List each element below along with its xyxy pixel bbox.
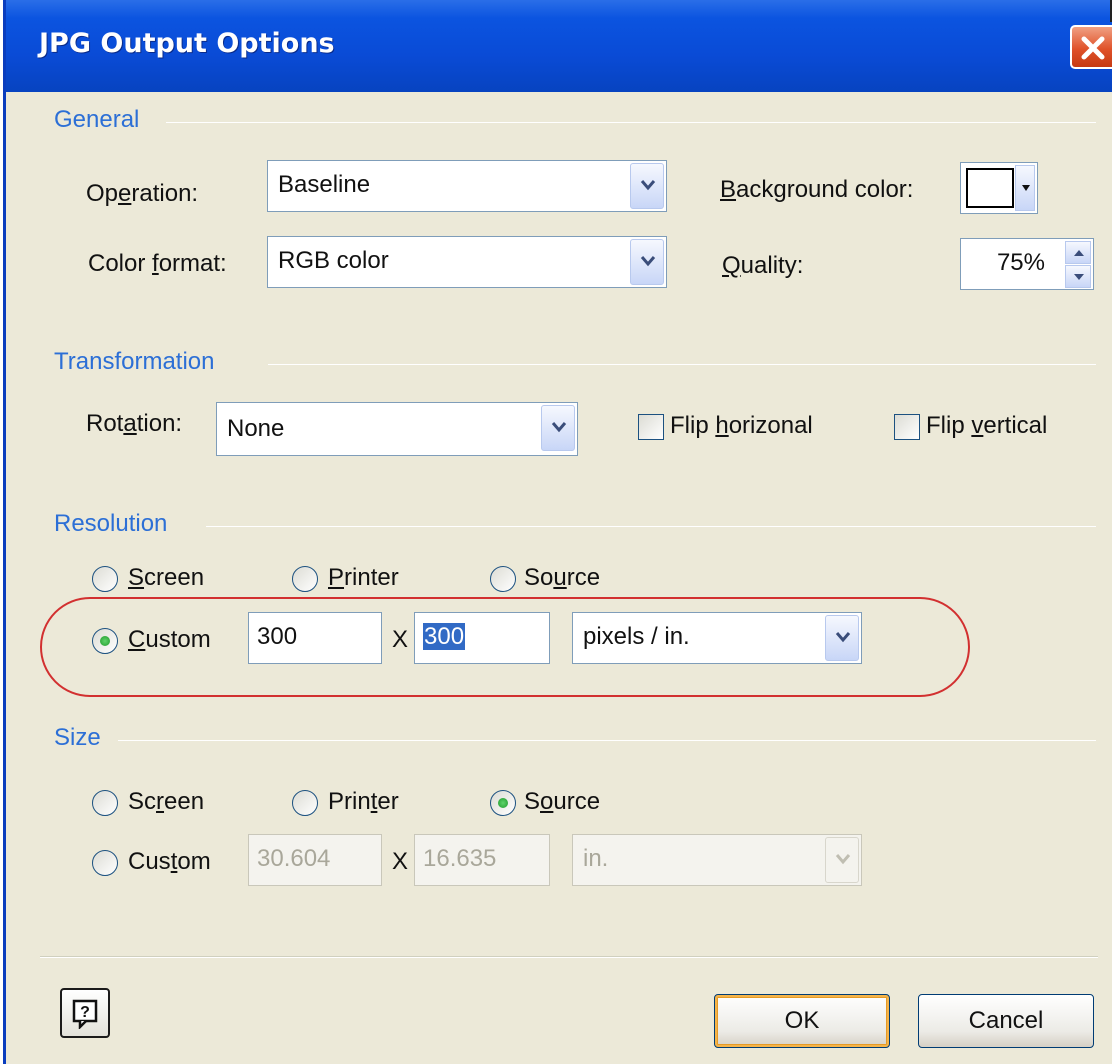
title-bar[interactable]: JPG Output Options (6, 0, 1112, 92)
rotation-label: Rotation: (86, 410, 183, 437)
svg-text:?: ? (80, 1004, 90, 1021)
help-button[interactable]: ? (60, 988, 110, 1038)
operation-dropdown[interactable]: Baseline (267, 160, 667, 212)
size-custom-radio[interactable] (92, 850, 118, 876)
size-printer-radio[interactable] (292, 790, 318, 816)
resolution-printer-radio[interactable] (292, 566, 318, 592)
transformation-group-label: Transformation (54, 348, 215, 375)
resolution-x-label: X (392, 626, 409, 653)
operation-dropdown-arrow[interactable] (630, 163, 664, 209)
size-height-field: 16.635 (414, 834, 550, 886)
size-width-value: 30.604 (257, 845, 331, 872)
background-color-dropdown-arrow[interactable] (1015, 165, 1035, 211)
size-source-radio[interactable] (490, 790, 516, 816)
resolution-height-value: 300 (423, 623, 466, 650)
resolution-width-value: 300 (257, 623, 298, 650)
quality-label: Quality: (722, 252, 804, 279)
quality-decrease-button[interactable] (1065, 265, 1091, 288)
resolution-custom-radio[interactable] (92, 628, 118, 654)
color-format-dropdown-arrow[interactable] (630, 239, 664, 285)
size-source-label[interactable]: Source (524, 788, 600, 816)
flip-horizontal-label[interactable]: Flip horizonal (670, 412, 813, 440)
size-height-value: 16.635 (423, 845, 497, 872)
size-group-label: Size (54, 724, 101, 751)
size-screen-label[interactable]: Screen (128, 788, 204, 816)
transformation-group-line (268, 364, 1096, 365)
operation-label: Operation: (86, 180, 199, 207)
ok-button[interactable]: OK (714, 994, 890, 1048)
resolution-group-label: Resolution (54, 510, 168, 537)
size-printer-label[interactable]: Printer (328, 788, 399, 816)
cancel-button[interactable]: Cancel (918, 994, 1094, 1048)
resolution-custom-label[interactable]: Custom (128, 626, 211, 654)
background-color-label: Background color: (720, 176, 914, 203)
resolution-units-dropdown-arrow[interactable] (825, 615, 859, 661)
size-units-dropdown-arrow (825, 837, 859, 883)
resolution-units-dropdown[interactable]: pixels / in. (572, 612, 862, 664)
general-group-label: General (54, 106, 140, 133)
flip-horizontal-checkbox[interactable] (638, 414, 664, 440)
close-button[interactable] (1070, 25, 1112, 69)
size-units-value: in. (583, 845, 609, 872)
resolution-screen-label[interactable]: Screen (128, 564, 204, 592)
rotation-dropdown-arrow[interactable] (541, 405, 575, 451)
background-color-picker[interactable] (960, 162, 1038, 214)
size-custom-label[interactable]: Custom (128, 848, 211, 876)
quality-value: 75% (996, 249, 1045, 276)
resolution-source-label[interactable]: Source (524, 564, 600, 592)
resolution-screen-radio[interactable] (92, 566, 118, 592)
background-color-swatch (966, 168, 1014, 208)
size-width-field: 30.604 (248, 834, 382, 886)
size-group-line (118, 740, 1096, 741)
jpg-output-options-dialog: JPG Output Options General Operation: Ba… (3, 0, 1112, 1064)
flip-vertical-checkbox[interactable] (894, 414, 920, 440)
resolution-width-field[interactable]: 300 (248, 612, 382, 664)
dialog-body: General Operation: Baseline Color format… (6, 92, 1112, 1064)
footer-separator (40, 956, 1098, 958)
general-group-line (166, 122, 1096, 123)
size-units-dropdown: in. (572, 834, 862, 886)
size-x-label: X (392, 848, 409, 875)
color-format-label: Color format: (88, 250, 227, 277)
rotation-dropdown[interactable]: None (216, 402, 578, 456)
size-screen-radio[interactable] (92, 790, 118, 816)
operation-value: Baseline (278, 171, 371, 198)
color-format-value: RGB color (278, 247, 389, 274)
flip-vertical-label[interactable]: Flip vertical (926, 412, 1047, 440)
dialog-title: JPG Output Options (39, 28, 335, 59)
resolution-printer-label[interactable]: Printer (328, 564, 399, 592)
resolution-source-radio[interactable] (490, 566, 516, 592)
quality-spinner[interactable]: 75% (960, 238, 1094, 290)
resolution-group-line (206, 526, 1096, 527)
quality-increase-button[interactable] (1065, 241, 1091, 264)
resolution-units-value: pixels / in. (583, 623, 690, 650)
rotation-value: None (227, 415, 285, 442)
resolution-height-field[interactable]: 300 (414, 612, 550, 664)
color-format-dropdown[interactable]: RGB color (267, 236, 667, 288)
